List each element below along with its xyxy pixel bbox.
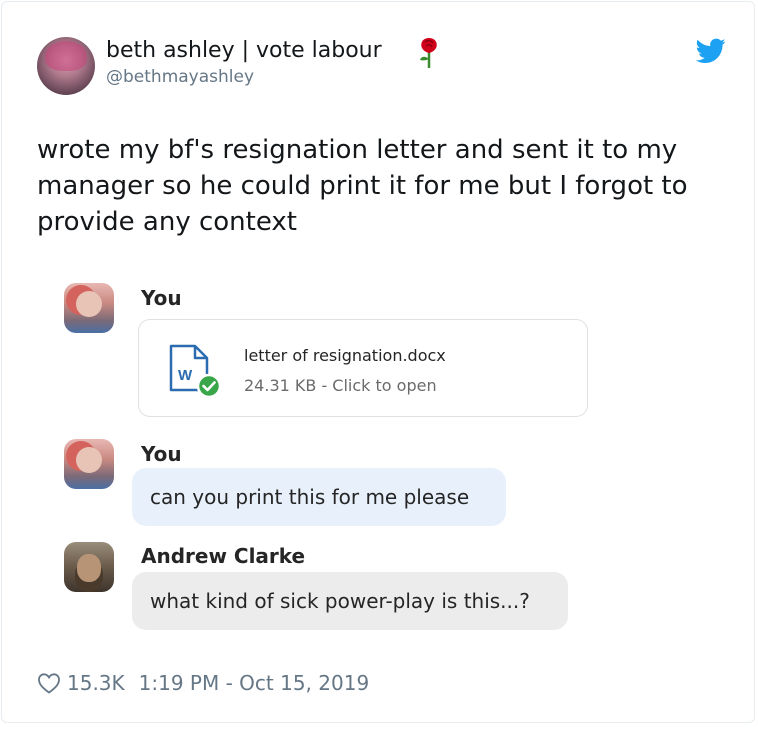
author-handle[interactable]: @bethmayashley	[106, 67, 254, 87]
file-meta: 24.31 KB - Click to open	[244, 376, 437, 395]
file-name: letter of resignation.docx	[244, 346, 446, 365]
chat-avatar-andrew	[64, 542, 114, 592]
rose-icon	[416, 35, 442, 73]
svg-text:W: W	[178, 367, 193, 384]
tweet-footer: 15.3K 1:19 PM - Oct 15, 2019	[37, 669, 369, 697]
author-avatar[interactable]	[37, 37, 95, 95]
twitter-bird-icon[interactable]	[695, 38, 726, 68]
chat-message-bubble: what kind of sick power-play is this...?	[132, 572, 568, 630]
chat-avatar-you	[64, 439, 114, 489]
tweet-card: beth ashley | vote labour @bethmayashley…	[1, 1, 755, 723]
chat-sender-name: You	[141, 442, 182, 466]
author-display-name[interactable]: beth ashley | vote labour	[106, 38, 382, 63]
tweet-text: wrote my bf's resignation letter and sen…	[37, 135, 688, 237]
word-doc-icon: W	[165, 342, 222, 402]
like-count[interactable]: 15.3K	[67, 671, 125, 695]
file-attachment-card[interactable]: W letter of resignation.docx 24.31 KB - …	[138, 319, 588, 417]
tweet-timestamp[interactable]: 1:19 PM - Oct 15, 2019	[139, 671, 370, 695]
chat-sender-name: Andrew Clarke	[141, 544, 306, 568]
chat-sender-name: You	[141, 286, 182, 310]
chat-avatar-you	[64, 283, 114, 333]
chat-message-bubble: can you print this for me please	[132, 468, 506, 526]
heart-icon[interactable]	[37, 672, 61, 694]
